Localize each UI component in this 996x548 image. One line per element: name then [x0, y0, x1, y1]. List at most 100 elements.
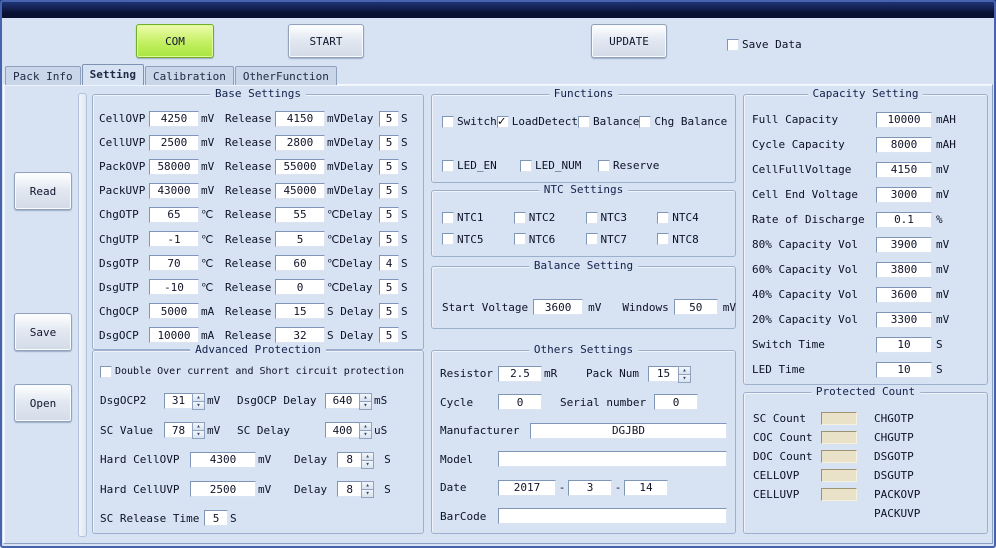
date-day-input[interactable]	[624, 480, 668, 496]
pack-num-spinner[interactable]: ▴▾	[648, 366, 691, 382]
dsgocp-delay-input[interactable]	[325, 393, 359, 409]
sc-delay-input[interactable]	[325, 422, 359, 438]
value-input[interactable]	[149, 183, 199, 199]
spin-up-icon[interactable]: ▴	[361, 481, 374, 489]
release-input[interactable]	[275, 303, 325, 319]
save-button[interactable]: Save	[14, 313, 72, 351]
checkbox-box[interactable]	[727, 39, 739, 51]
checkbox-ntc6[interactable]: NTC6	[514, 233, 586, 246]
delay-input[interactable]	[379, 279, 399, 295]
save-data-checkbox[interactable]: Save Data	[727, 38, 802, 51]
delay-input[interactable]	[379, 231, 399, 247]
double-protection-checkbox[interactable]: Double Over current and Short circuit pr…	[100, 366, 404, 378]
tab-calibration[interactable]: Calibration	[145, 66, 234, 85]
checkbox-box[interactable]	[497, 116, 509, 128]
delay-input[interactable]	[379, 303, 399, 319]
capacity-input[interactable]	[876, 237, 932, 253]
checkbox-switch[interactable]: Switch	[442, 115, 497, 128]
windows-input[interactable]	[674, 299, 718, 315]
title-bar[interactable]	[0, 0, 996, 18]
capacity-input[interactable]	[876, 287, 932, 303]
checkbox-ntc2[interactable]: NTC2	[514, 211, 586, 224]
value-input[interactable]	[149, 207, 199, 223]
checkbox-loaddetect[interactable]: LoadDetect	[497, 115, 578, 128]
delay-input[interactable]	[379, 135, 399, 151]
read-button[interactable]: Read	[14, 172, 72, 210]
spin-down-icon[interactable]: ▾	[192, 430, 205, 439]
capacity-input[interactable]	[876, 137, 932, 153]
release-input[interactable]	[275, 327, 325, 343]
capacity-input[interactable]	[876, 162, 932, 178]
capacity-input[interactable]	[876, 212, 932, 228]
checkbox-ntc8[interactable]: NTC8	[657, 233, 729, 246]
delay-input[interactable]	[379, 111, 399, 127]
hard-celluvp-input[interactable]	[190, 481, 256, 497]
sc-value-input[interactable]	[164, 422, 192, 438]
tab-otherfunction[interactable]: OtherFunction	[235, 66, 337, 85]
release-input[interactable]	[275, 111, 325, 127]
value-input[interactable]	[149, 231, 199, 247]
checkbox-balance[interactable]: Balance	[578, 115, 639, 128]
checkbox-box[interactable]	[520, 160, 532, 172]
delay-input[interactable]	[379, 327, 399, 343]
spin-down-icon[interactable]: ▾	[359, 401, 372, 410]
vertical-scrollbar[interactable]	[78, 93, 87, 537]
spin-up-icon[interactable]: ▴	[678, 366, 691, 374]
spin-up-icon[interactable]: ▴	[192, 393, 205, 401]
release-input[interactable]	[275, 135, 325, 151]
release-input[interactable]	[275, 255, 325, 271]
capacity-input[interactable]	[876, 362, 932, 378]
value-input[interactable]	[149, 135, 199, 151]
checkbox-ntc7[interactable]: NTC7	[586, 233, 658, 246]
checkbox-box[interactable]	[442, 233, 454, 245]
tab-setting[interactable]: Setting	[82, 64, 144, 85]
spin-down-icon[interactable]: ▾	[678, 374, 691, 383]
delay-input[interactable]	[379, 207, 399, 223]
checkbox-box[interactable]	[514, 233, 526, 245]
update-button[interactable]: UPDATE	[591, 24, 667, 58]
capacity-input[interactable]	[876, 187, 932, 203]
dsgocp2-spinner[interactable]: ▴▾	[164, 393, 205, 409]
release-input[interactable]	[275, 159, 325, 175]
com-button[interactable]: COM	[136, 24, 214, 58]
tab-pack-info[interactable]: Pack Info	[5, 66, 81, 85]
checkbox-box[interactable]	[442, 212, 454, 224]
spin-up-icon[interactable]: ▴	[361, 452, 374, 460]
resistor-input[interactable]	[498, 366, 542, 382]
value-input[interactable]	[149, 111, 199, 127]
open-button[interactable]: Open	[14, 384, 72, 422]
capacity-input[interactable]	[876, 312, 932, 328]
release-input[interactable]	[275, 231, 325, 247]
hard-cellovp-delay-input[interactable]	[337, 452, 361, 468]
checkbox-box[interactable]	[442, 160, 454, 172]
capacity-input[interactable]	[876, 262, 932, 278]
value-input[interactable]	[149, 327, 199, 343]
pack-num-input[interactable]	[648, 366, 678, 382]
delay-input[interactable]	[379, 255, 399, 271]
delay-input[interactable]	[379, 159, 399, 175]
capacity-input[interactable]	[876, 112, 932, 128]
sc-release-time-input[interactable]	[204, 510, 228, 526]
checkbox-ntc5[interactable]: NTC5	[442, 233, 514, 246]
manufacturer-input[interactable]	[530, 423, 727, 439]
start-voltage-input[interactable]	[533, 299, 583, 315]
checkbox-led-num[interactable]: LED_NUM	[520, 159, 598, 172]
checkbox-ntc3[interactable]: NTC3	[586, 211, 658, 224]
checkbox-box[interactable]	[657, 212, 669, 224]
start-button[interactable]: START	[288, 24, 364, 58]
hard-cellovp-input[interactable]	[190, 452, 256, 468]
date-month-input[interactable]	[568, 480, 612, 496]
model-input[interactable]	[498, 451, 727, 467]
spin-down-icon[interactable]: ▾	[192, 401, 205, 410]
hard-celluvp-delay-spinner[interactable]: ▴▾	[337, 481, 374, 497]
checkbox-box[interactable]	[578, 116, 590, 128]
hard-cellovp-delay-spinner[interactable]: ▴▾	[337, 452, 374, 468]
release-input[interactable]	[275, 183, 325, 199]
hard-celluvp-delay-input[interactable]	[337, 481, 361, 497]
date-year-input[interactable]	[498, 480, 556, 496]
checkbox-box[interactable]	[586, 233, 598, 245]
dsgocp2-input[interactable]	[164, 393, 192, 409]
value-input[interactable]	[149, 159, 199, 175]
checkbox-reserve[interactable]: Reserve	[598, 159, 676, 172]
checkbox-box[interactable]	[442, 116, 454, 128]
